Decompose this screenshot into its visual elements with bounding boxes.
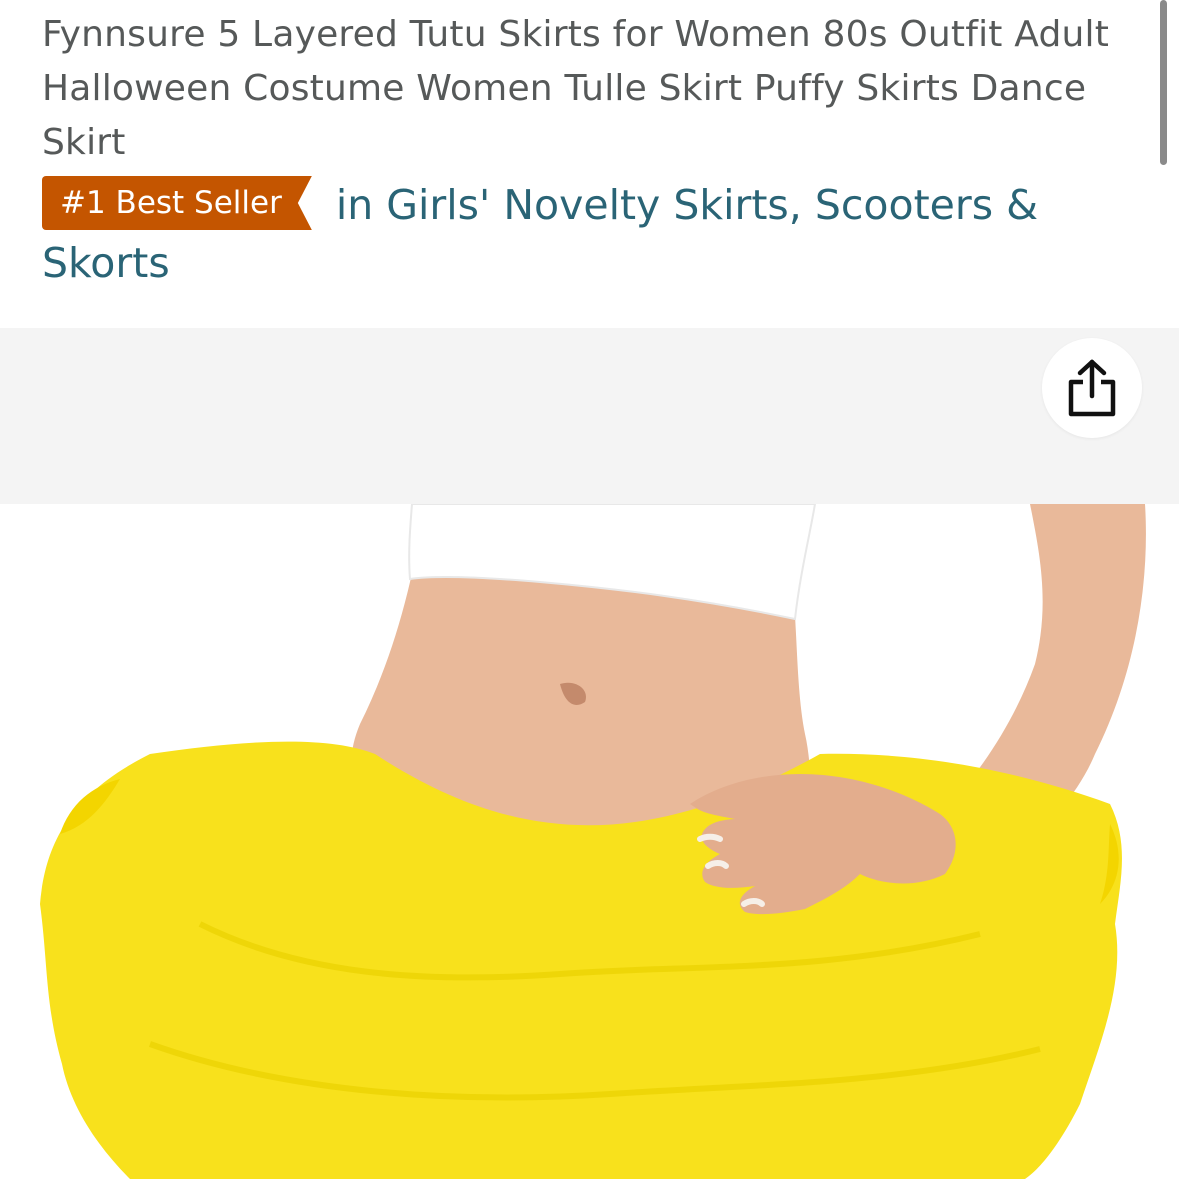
best-seller-row: #1 Best Seller in Girls' Novelty Skirts, … <box>42 176 1132 292</box>
share-icon <box>1068 359 1116 417</box>
product-photo[interactable] <box>0 504 1179 1179</box>
share-button[interactable] <box>1042 338 1142 438</box>
product-header: Fynnsure 5 Layered Tutu Skirts for Women… <box>0 0 1179 328</box>
product-title: Fynnsure 5 Layered Tutu Skirts for Women… <box>42 14 1110 163</box>
scrollbar[interactable] <box>1160 0 1167 165</box>
best-seller-badge[interactable]: #1 Best Seller <box>42 176 312 230</box>
product-image-gallery[interactable] <box>0 328 1179 1179</box>
